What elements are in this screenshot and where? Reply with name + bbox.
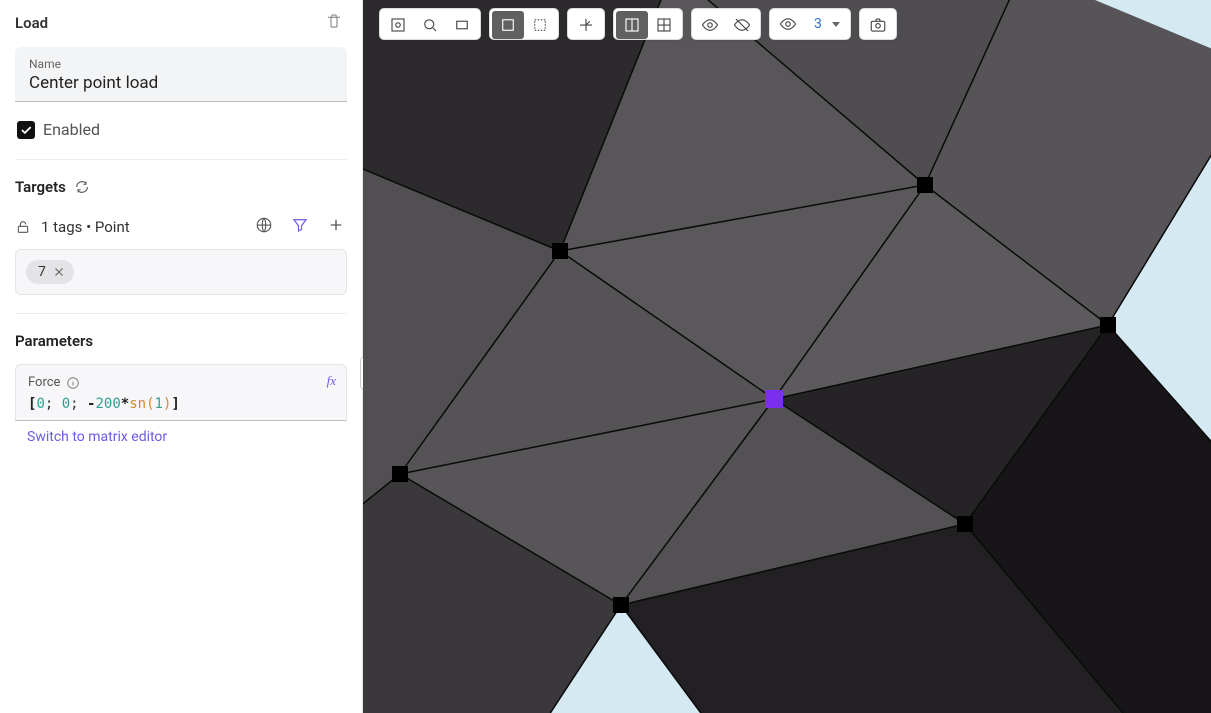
select-lasso-button[interactable] [524, 11, 556, 39]
hide-button[interactable] [726, 11, 758, 39]
targets-title: Targets [15, 178, 66, 196]
divider [15, 159, 347, 160]
layers-count: 3 [808, 16, 828, 32]
zoom-selection-icon [421, 16, 439, 34]
grid-2-icon [623, 16, 641, 34]
axes-icon [577, 16, 595, 34]
select-lasso-icon [531, 16, 549, 34]
force-label: Force [28, 375, 60, 390]
force-field[interactable]: Force fx [0; 0; -200*sn(1)] [15, 364, 347, 421]
panel-title: Load [15, 14, 48, 32]
fit-screen-button[interactable] [446, 11, 478, 39]
zoom-selection-button[interactable] [414, 11, 446, 39]
eye-off-icon [733, 16, 751, 34]
viewport[interactable]: 3 [363, 0, 1211, 713]
mesh-node[interactable] [1100, 317, 1116, 333]
check-icon [19, 123, 33, 137]
name-field[interactable]: Name Center point load [15, 47, 347, 102]
eye-icon [779, 15, 797, 33]
mesh-node-selected[interactable] [765, 390, 783, 408]
name-field-value: Center point load [29, 73, 333, 93]
select-rect-icon [499, 16, 517, 34]
mesh-node[interactable] [957, 516, 973, 532]
chevron-down-icon[interactable] [832, 22, 840, 27]
grid-4-button[interactable] [648, 11, 680, 39]
delete-button[interactable] [321, 8, 347, 37]
zoom-fit-button[interactable] [382, 11, 414, 39]
grid-4-icon [655, 16, 673, 34]
show-button[interactable] [694, 11, 726, 39]
targets-header: Targets [15, 178, 347, 196]
unlock-icon[interactable] [15, 219, 31, 235]
close-icon[interactable] [52, 265, 66, 279]
parameters-title: Parameters [15, 332, 347, 350]
mesh-render [363, 0, 1211, 713]
layers-group[interactable]: 3 [769, 8, 851, 40]
switch-matrix-editor-link[interactable]: Switch to matrix editor [15, 429, 167, 445]
snapshot-button[interactable] [862, 11, 894, 39]
grid-group [613, 8, 683, 40]
trash-icon [325, 12, 343, 30]
select-group [489, 8, 559, 40]
tag-chip-label: 7 [38, 264, 46, 280]
globe-icon [255, 216, 273, 234]
tag-chip[interactable]: 7 [26, 260, 74, 284]
refresh-icon[interactable] [74, 179, 90, 195]
divider [15, 313, 347, 314]
force-expression[interactable]: [0; 0; -200*sn(1)] [28, 396, 334, 412]
enabled-checkbox[interactable] [17, 121, 35, 139]
enabled-label: Enabled [43, 120, 100, 139]
enabled-row: Enabled [17, 120, 347, 139]
mesh-node[interactable] [917, 177, 933, 193]
fx-button[interactable]: fx [327, 373, 336, 389]
grid-2-button[interactable] [616, 11, 648, 39]
viewport-toolbar: 3 [379, 8, 897, 40]
mesh-node[interactable] [613, 597, 629, 613]
globe-button[interactable] [253, 214, 275, 239]
zoom-fit-icon [389, 16, 407, 34]
add-target-button[interactable] [325, 214, 347, 239]
camera-icon [869, 16, 887, 34]
targets-summary-text: 1 tags • Point [41, 218, 130, 236]
snapshot-group [859, 8, 897, 40]
eye-icon [701, 16, 719, 34]
info-icon[interactable] [66, 376, 80, 390]
filter-icon [291, 216, 309, 234]
name-field-label: Name [29, 57, 333, 71]
plus-icon [327, 216, 345, 234]
targets-tag-box[interactable]: 7 [15, 249, 347, 295]
zoom-group [379, 8, 481, 40]
select-rect-button[interactable] [492, 11, 524, 39]
targets-summary-row: 1 tags • Point [15, 210, 347, 249]
axes-group [567, 8, 605, 40]
layers-button[interactable] [772, 10, 804, 38]
fit-screen-icon [453, 16, 471, 34]
mesh-node[interactable] [392, 466, 408, 482]
properties-sidebar: Load Name Center point load Enabled Targ… [0, 0, 363, 713]
axes-button[interactable] [570, 11, 602, 39]
panel-header: Load [15, 8, 347, 37]
visibility-group [691, 8, 761, 40]
mesh-node[interactable] [552, 243, 568, 259]
filter-button[interactable] [289, 214, 311, 239]
